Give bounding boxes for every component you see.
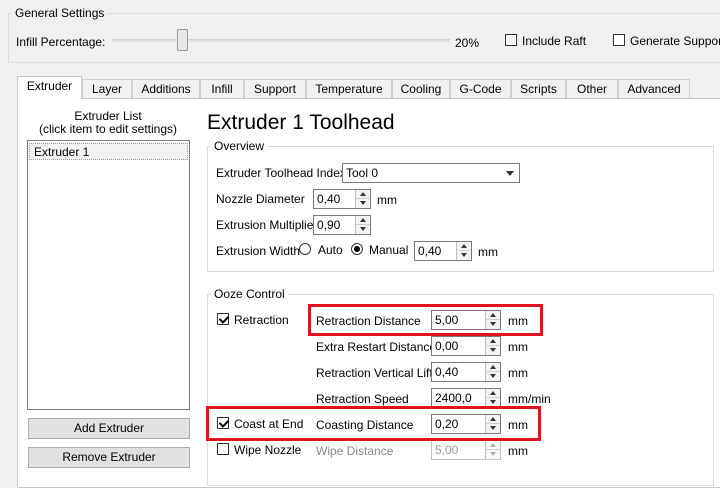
infill-slider-handle[interactable]	[177, 29, 188, 51]
spin-up-icon[interactable]	[457, 242, 471, 251]
infill-percentage-label: Infill Percentage:	[16, 35, 106, 49]
wipe-distance-value: 5,00	[435, 443, 459, 457]
tab-other[interactable]: Other	[566, 79, 618, 98]
retraction-speed-label: Retraction Speed	[316, 392, 409, 406]
infill-percentage-value: 20%	[455, 36, 480, 50]
toolhead-index-select[interactable]: Tool 0	[342, 163, 520, 183]
list-item[interactable]: Extruder 1	[29, 143, 188, 160]
extra-restart-distance-unit: mm	[508, 340, 528, 354]
spin-up-icon[interactable]	[356, 190, 370, 199]
retraction-vertical-lift-unit: mm	[508, 366, 528, 380]
extrusion-width-value: 0,40	[418, 244, 442, 258]
retraction-distance-highlight	[308, 304, 543, 336]
extra-restart-distance-spinbox[interactable]: 0,00	[431, 336, 501, 356]
extruder-list-item-label: Extruder 1	[34, 145, 90, 159]
extra-restart-distance-label: Extra Restart Distance	[316, 340, 437, 354]
generate-support-checkbox[interactable]	[613, 34, 625, 46]
extrusion-width-manual-label: Manual	[369, 243, 409, 257]
extruder-list-subtitle: (click item to edit settings)	[38, 122, 178, 136]
generate-support-label: Generate Support	[630, 34, 720, 48]
wipe-nozzle-checkbox[interactable]	[217, 443, 229, 455]
extrusion-width-unit: mm	[478, 245, 498, 259]
spin-up-icon[interactable]	[356, 216, 370, 225]
wipe-distance-spinbox: 5,00	[431, 440, 501, 460]
extrusion-width-auto-label: Auto	[318, 243, 343, 257]
wipe-distance-unit: mm	[508, 444, 528, 458]
tab-advanced[interactable]: Advanced	[618, 79, 690, 98]
extrusion-multiplier-label: Extrusion Multiplier	[216, 218, 318, 232]
page-title: Extruder 1 Toolhead	[207, 111, 395, 134]
spin-up-icon[interactable]	[486, 363, 500, 372]
overview-title: Overview	[211, 139, 268, 153]
tab-layer[interactable]: Layer	[82, 79, 132, 98]
add-extruder-button[interactable]: Add Extruder	[28, 418, 190, 439]
toolhead-index-value: Tool 0	[346, 166, 379, 180]
remove-extruder-button[interactable]: Remove Extruder	[28, 447, 190, 468]
infill-slider[interactable]	[112, 29, 450, 51]
nozzle-diameter-unit: mm	[377, 193, 397, 207]
toolhead-index-label: Extruder Toolhead Index	[216, 166, 346, 180]
nozzle-diameter-value: 0,40	[317, 192, 341, 206]
retraction-speed-spinbox[interactable]: 2400,0	[431, 388, 501, 408]
spin-down-icon	[486, 450, 500, 459]
tab-gcode[interactable]: G-Code	[450, 79, 511, 98]
extrusion-multiplier-value: 0,90	[317, 218, 341, 232]
tab-temperature[interactable]: Temperature	[306, 79, 392, 98]
extrusion-width-manual-radio[interactable]	[351, 243, 363, 255]
extrusion-width-spinbox[interactable]: 0,40	[414, 241, 472, 261]
spin-up-icon[interactable]	[486, 337, 500, 346]
spin-down-icon[interactable]	[486, 372, 500, 381]
retraction-vertical-lift-spinbox[interactable]: 0,40	[431, 362, 501, 382]
wipe-distance-label: Wipe Distance	[316, 444, 394, 458]
retraction-speed-value: 2400,0	[435, 391, 472, 405]
retraction-vertical-lift-label: Retraction Vertical Lift	[316, 366, 433, 380]
spin-down-icon[interactable]	[356, 199, 370, 208]
extrusion-multiplier-spinbox[interactable]: 0,90	[313, 215, 371, 235]
coast-at-end-highlight	[206, 406, 541, 441]
spin-up-icon[interactable]	[486, 389, 500, 398]
spin-down-icon[interactable]	[486, 346, 500, 355]
retraction-label: Retraction	[234, 313, 289, 327]
infill-slider-track	[112, 39, 450, 42]
spin-up-icon	[486, 441, 500, 450]
general-settings-title: General Settings	[12, 6, 108, 20]
include-raft-checkbox[interactable]	[505, 34, 517, 46]
extruder-list-title: Extruder List	[74, 109, 142, 123]
tab-infill[interactable]: Infill	[200, 79, 244, 98]
spin-down-icon[interactable]	[457, 251, 471, 260]
nozzle-diameter-label: Nozzle Diameter	[216, 192, 305, 206]
tab-scripts[interactable]: Scripts	[511, 79, 566, 98]
retraction-vertical-lift-value: 0,40	[435, 365, 459, 379]
extruder-list-box[interactable]: Extruder 1	[27, 140, 190, 410]
spin-down-icon[interactable]	[356, 225, 370, 234]
ooze-control-title: Ooze Control	[211, 287, 288, 301]
retraction-speed-unit: mm/min	[508, 392, 551, 406]
tab-extruder[interactable]: Extruder	[17, 76, 82, 99]
nozzle-diameter-spinbox[interactable]: 0,40	[313, 189, 371, 209]
tab-cooling[interactable]: Cooling	[392, 79, 450, 98]
retraction-checkbox[interactable]	[217, 313, 229, 325]
extra-restart-distance-value: 0,00	[435, 339, 459, 353]
tab-additions[interactable]: Additions	[132, 79, 200, 98]
extrusion-width-label: Extrusion Width	[216, 244, 301, 258]
include-raft-label: Include Raft	[522, 34, 587, 48]
wipe-nozzle-label: Wipe Nozzle	[234, 443, 302, 457]
extrusion-width-auto-radio[interactable]	[299, 243, 311, 255]
chevron-down-icon	[506, 171, 514, 176]
tab-support[interactable]: Support	[244, 79, 306, 98]
